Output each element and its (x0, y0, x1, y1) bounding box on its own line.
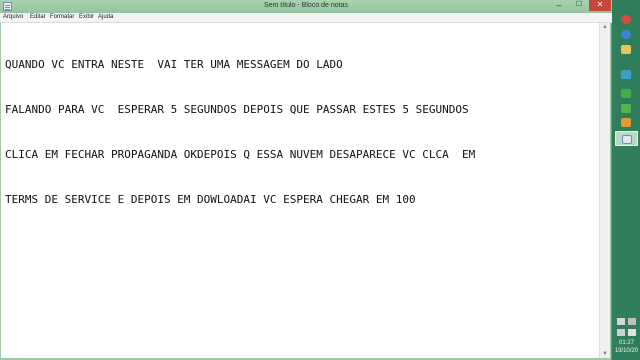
vertical-scrollbar[interactable]: ▲ ▼ (599, 23, 610, 358)
document-text[interactable]: QUANDO VC ENTRA NESTE VAI TER UMA MESSAG… (5, 27, 595, 237)
text-line: FALANDO PARA VC ESPERAR 5 SEGUNDOS DEPOI… (5, 103, 469, 116)
taskbar-media-button[interactable] (615, 67, 638, 82)
media-player-icon (621, 70, 631, 79)
taskbar-app-button-2[interactable] (615, 101, 638, 116)
volume-icon[interactable] (628, 329, 636, 336)
menu-formatar[interactable]: Formatar (50, 14, 74, 20)
menu-exibir[interactable]: Exibir (79, 14, 94, 20)
text-line: CLICA EM FECHAR PROPAGANDA OKDEPOIS Q ES… (5, 148, 476, 161)
taskbar-notepad-button[interactable] (615, 131, 638, 146)
title-bar[interactable]: Sem título - Bloco de notas – ☐ ✕ (0, 0, 612, 13)
chrome-icon (621, 15, 631, 24)
app-icon-green-2 (621, 104, 631, 113)
app-icon-orange (621, 118, 631, 127)
taskbar-chrome-button[interactable] (615, 12, 638, 27)
network-icon[interactable] (628, 318, 636, 325)
text-line: TERMS DE SERVICE E DEPOIS EM DOWLOADAI V… (5, 193, 416, 206)
taskbar-app-button-3[interactable] (615, 115, 638, 130)
maximize-button[interactable]: ☐ (570, 0, 588, 11)
internet-explorer-icon (621, 30, 631, 39)
app-icon-green (621, 89, 631, 98)
text-line: QUANDO VC ENTRA NESTE VAI TER UMA MESSAG… (5, 58, 343, 71)
scroll-up-arrow-icon[interactable]: ▲ (602, 24, 608, 30)
menu-arquivo[interactable]: Arquivo (3, 14, 23, 20)
taskbar-app-button[interactable] (615, 86, 638, 101)
scroll-down-arrow-icon[interactable]: ▼ (602, 351, 608, 357)
taskbar: 01:27 19/10/20 (613, 0, 640, 360)
menu-editar[interactable]: Editar (30, 14, 46, 20)
minimize-button[interactable]: – (549, 0, 569, 11)
text-editor[interactable]: QUANDO VC ENTRA NESTE VAI TER UMA MESSAG… (1, 23, 599, 358)
battery-icon[interactable] (617, 329, 625, 336)
taskbar-ie-button[interactable] (615, 27, 638, 42)
file-explorer-icon (621, 45, 631, 54)
clock-time[interactable]: 01:27 (613, 340, 640, 346)
flag-icon[interactable] (617, 318, 625, 325)
close-button[interactable]: ✕ (589, 0, 611, 11)
taskbar-explorer-button[interactable] (615, 42, 638, 57)
menu-ajuda[interactable]: Ajuda (98, 14, 113, 20)
menu-bar: Arquivo Editar Formatar Exibir Ajuda (0, 13, 612, 23)
desktop: Sem título - Bloco de notas – ☐ ✕ Arquiv… (0, 0, 640, 360)
window-title: Sem título - Bloco de notas (263, 2, 349, 9)
notepad-window: Sem título - Bloco de notas – ☐ ✕ Arquiv… (0, 0, 612, 360)
notepad-icon (622, 135, 632, 144)
clock-date[interactable]: 19/10/20 (613, 348, 640, 354)
